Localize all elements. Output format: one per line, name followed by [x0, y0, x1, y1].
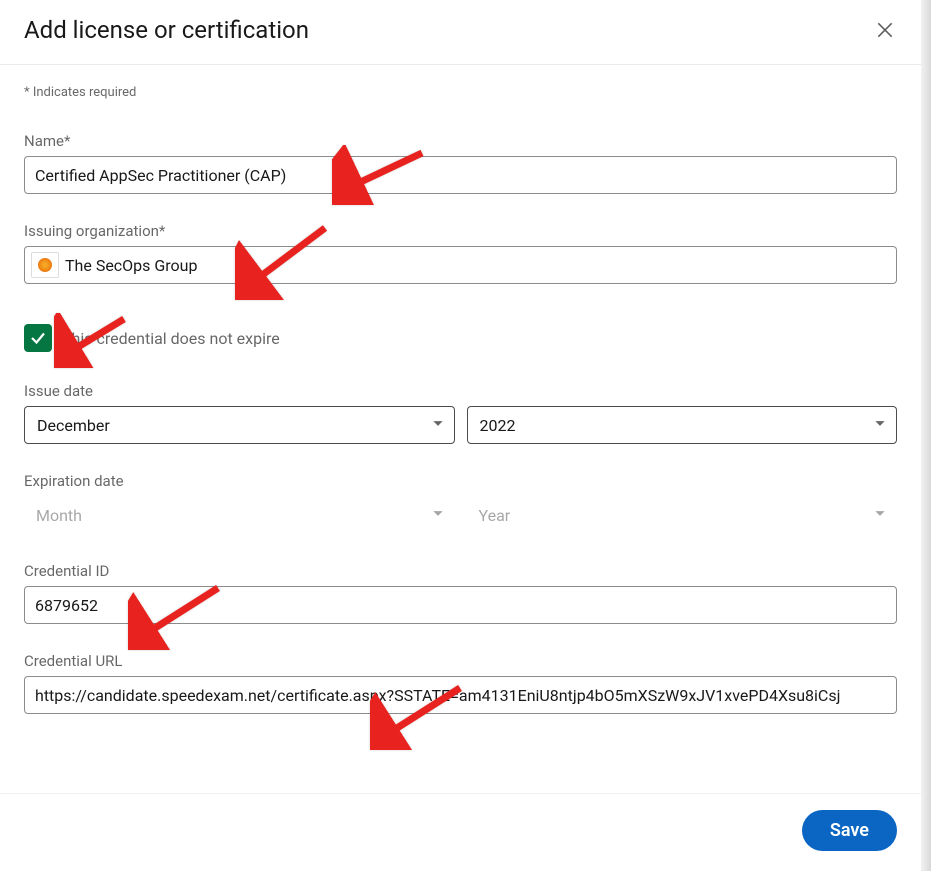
scrollbar[interactable]: [921, 0, 931, 871]
credential-url-input[interactable]: [24, 676, 897, 714]
issue-date-label: Issue date: [24, 382, 897, 400]
credential-id-input[interactable]: [24, 586, 897, 624]
no-expire-label: This credential does not expire: [62, 329, 280, 348]
name-group: Name*: [24, 132, 897, 194]
issue-year-value: 2022: [480, 416, 516, 435]
name-input[interactable]: [24, 156, 897, 194]
expiration-year-placeholder: Year: [479, 506, 511, 525]
org-logo-icon: [31, 252, 59, 278]
issuing-org-input[interactable]: The SecOps Group: [24, 246, 897, 284]
issuing-org-value: The SecOps Group: [65, 256, 197, 275]
expiration-month-select: Month: [24, 496, 455, 534]
expiration-date-group: Expiration date Month Year: [24, 472, 897, 534]
required-indicator-note: * Indicates required: [24, 85, 897, 100]
credential-id-group: Credential ID: [24, 562, 897, 624]
no-expire-checkbox[interactable]: [24, 324, 52, 352]
credential-url-label: Credential URL: [24, 652, 897, 670]
issue-year-select[interactable]: 2022: [467, 406, 898, 444]
name-label: Name*: [24, 132, 897, 150]
issuing-org-group: Issuing organization* The SecOps Group: [24, 222, 897, 284]
issue-month-value: December: [37, 416, 110, 435]
issue-month-select[interactable]: December: [24, 406, 455, 444]
expiration-year-select: Year: [467, 496, 898, 534]
credential-id-label: Credential ID: [24, 562, 897, 580]
modal-header: Add license or certification: [0, 0, 921, 65]
issuing-org-label: Issuing organization*: [24, 222, 897, 240]
credential-url-group: Credential URL: [24, 652, 897, 714]
modal-footer: Save: [0, 793, 921, 871]
close-icon[interactable]: [873, 18, 897, 42]
modal-body: * Indicates required Name* Issuing organ…: [0, 65, 921, 793]
add-certification-modal: Add license or certification * Indicates…: [0, 0, 921, 871]
modal-title: Add license or certification: [24, 16, 309, 44]
no-expire-row: This credential does not expire: [24, 324, 897, 352]
expiration-date-label: Expiration date: [24, 472, 897, 490]
save-button[interactable]: Save: [802, 810, 897, 851]
issue-date-group: Issue date December 2022: [24, 382, 897, 444]
expiration-month-placeholder: Month: [36, 506, 82, 525]
